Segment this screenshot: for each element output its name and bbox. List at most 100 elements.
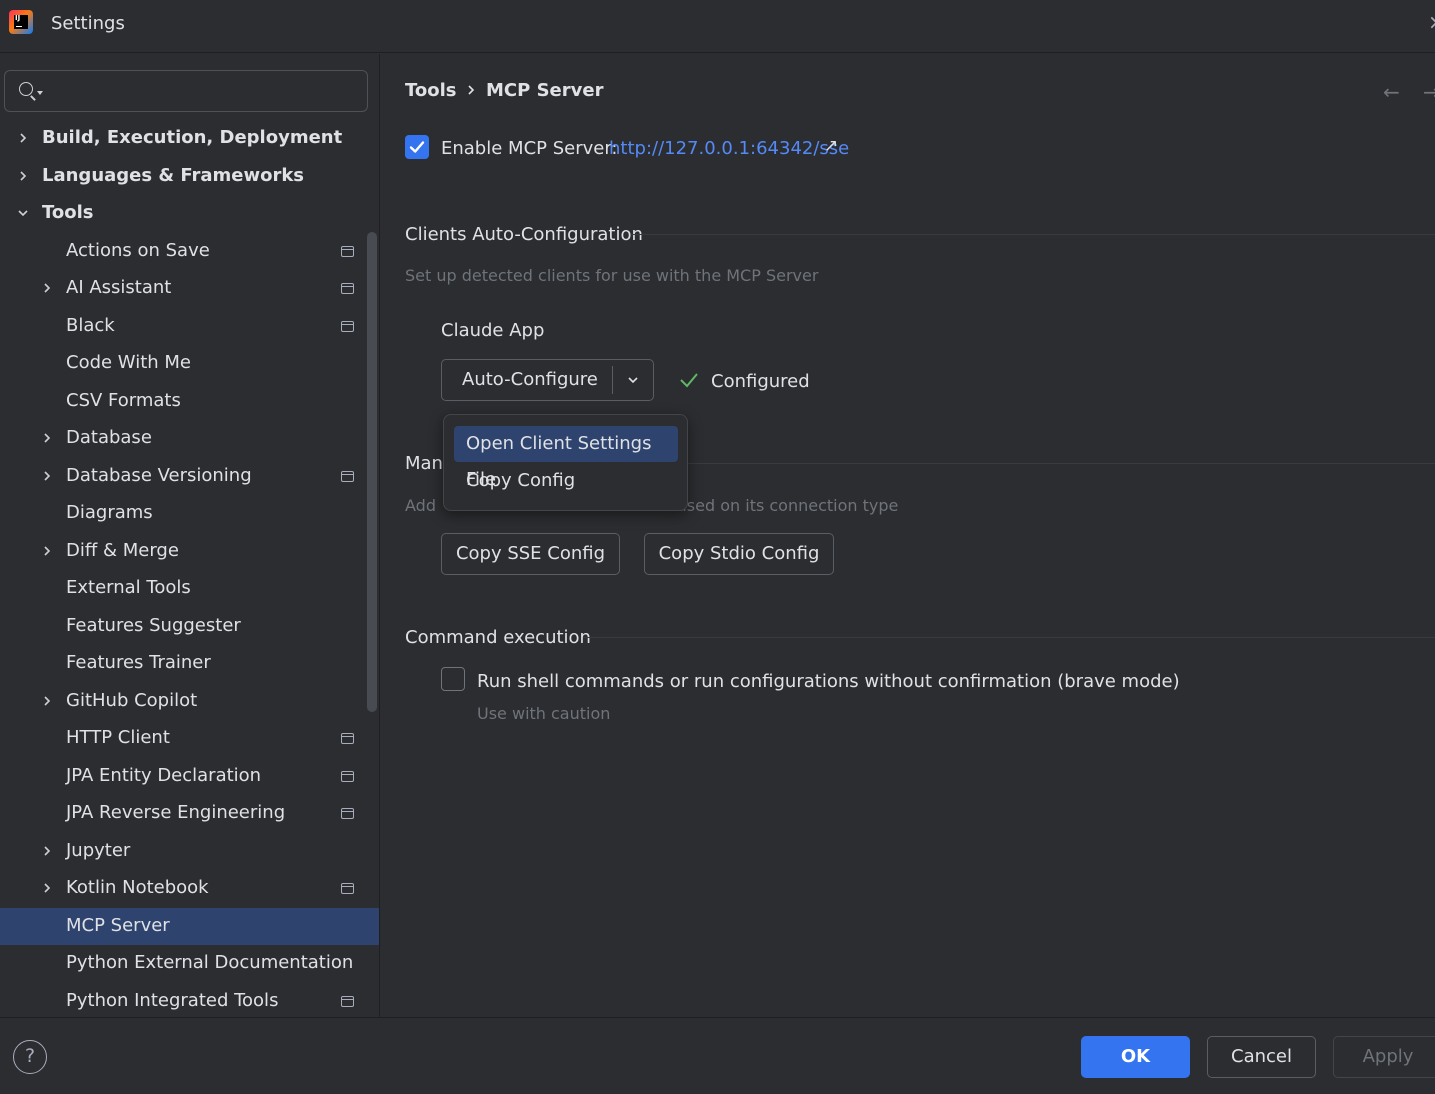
sidebar-item-label: Code With Me xyxy=(66,352,191,373)
sidebar-item-github-copilot[interactable]: GitHub Copilot xyxy=(0,683,379,721)
manual-config-description-left: Add xyxy=(405,496,436,515)
settings-content: Tools MCP Server ← → Enable MCP Server: … xyxy=(381,54,1435,1017)
project-level-icon xyxy=(341,770,354,782)
project-level-icon xyxy=(341,245,354,257)
breadcrumb-parent[interactable]: Tools xyxy=(405,80,457,101)
search-field[interactable] xyxy=(4,70,368,112)
chevron-right-icon[interactable] xyxy=(40,694,54,708)
sidebar-item-diagrams[interactable]: Diagrams xyxy=(0,495,379,533)
sidebar-item-label: Tools xyxy=(42,202,94,223)
sidebar-item-label: Build, Execution, Deployment xyxy=(42,127,343,148)
auto-configure-popup-menu: Open Client Settings File Copy Config xyxy=(443,414,688,511)
external-link-icon[interactable]: ↗ xyxy=(824,136,838,156)
project-level-icon xyxy=(341,733,354,744)
sidebar-item-label: Actions on Save xyxy=(66,239,210,261)
sidebar-item-label: Languages & Frameworks xyxy=(42,164,305,186)
breadcrumb-separator-icon xyxy=(465,82,477,96)
close-icon[interactable]: × xyxy=(1428,10,1435,34)
chevron-down-icon[interactable] xyxy=(16,206,30,220)
section-divider xyxy=(631,234,1435,235)
sidebar-item-label: External Tools xyxy=(66,577,191,598)
sidebar-item-csv-formats[interactable]: CSV Formats xyxy=(0,383,379,421)
ok-button[interactable]: OK xyxy=(1081,1036,1190,1078)
sidebar-item-label: Features Trainer xyxy=(66,652,211,673)
sidebar-item-label: Features Suggester xyxy=(66,614,241,636)
sidebar-item-black[interactable]: Black xyxy=(0,308,379,346)
sidebar-item-external-tools[interactable]: External Tools xyxy=(0,570,379,608)
copy-stdio-config-button[interactable]: Copy Stdio Config xyxy=(644,533,834,575)
manual-config-description-right: ased on its connection type xyxy=(677,496,899,515)
sidebar-item-features-trainer[interactable]: Features Trainer xyxy=(0,645,379,683)
section-divider xyxy=(583,637,1435,638)
chevron-right-icon[interactable] xyxy=(16,131,30,145)
sidebar-item-label: Python Integrated Tools xyxy=(66,989,279,1011)
chevron-right-icon[interactable] xyxy=(16,169,30,183)
enable-mcp-checkbox[interactable] xyxy=(405,135,429,159)
sidebar-item-python-external-documentation[interactable]: Python External Documentation xyxy=(0,945,379,983)
sidebar-item-mcp-server[interactable]: MCP Server xyxy=(0,907,379,945)
chevron-right-icon[interactable] xyxy=(40,431,54,445)
chevron-right-icon[interactable] xyxy=(40,469,54,483)
sidebar-item-database[interactable]: Database xyxy=(0,420,379,458)
sidebar-item-label: Diff & Merge xyxy=(66,539,179,561)
help-icon[interactable]: ? xyxy=(13,1040,47,1074)
project-level-icon xyxy=(341,808,354,819)
copy-sse-config-button[interactable]: Copy SSE Config xyxy=(441,533,620,575)
sidebar-item-label: Jupyter xyxy=(66,839,131,861)
check-icon xyxy=(680,373,698,388)
auto-config-section-title: Clients Auto-Configuration xyxy=(405,224,643,245)
sidebar-item-jupyter[interactable]: Jupyter xyxy=(0,833,379,871)
sidebar-item-languages-frameworks[interactable]: Languages & Frameworks xyxy=(0,158,379,196)
mcp-url-link[interactable]: http://127.0.0.1:64342/sse xyxy=(609,138,849,159)
forward-arrow-icon[interactable]: → xyxy=(1423,80,1435,104)
breadcrumb-current: MCP Server xyxy=(486,80,604,101)
chevron-right-icon[interactable] xyxy=(40,844,54,858)
sidebar-item-label: GitHub Copilot xyxy=(66,689,198,711)
sidebar-item-database-versioning[interactable]: Database Versioning xyxy=(0,458,379,496)
checkmark-icon xyxy=(409,141,425,153)
cancel-button[interactable]: Cancel xyxy=(1207,1036,1316,1078)
sidebar-item-actions-on-save[interactable]: Actions on Save xyxy=(0,233,379,271)
sidebar-item-python-integrated-tools[interactable]: Python Integrated Tools xyxy=(0,983,379,1018)
sidebar-item-jpa-reverse-engineering[interactable]: JPA Reverse Engineering xyxy=(0,795,379,833)
sidebar-item-kotlin-notebook[interactable]: Kotlin Notebook xyxy=(0,870,379,908)
sidebar-item-features-suggester[interactable]: Features Suggester xyxy=(0,608,379,646)
sidebar-item-tools[interactable]: Tools xyxy=(0,195,379,233)
search-input[interactable] xyxy=(49,79,349,103)
sidebar-item-label: JPA Entity Declaration xyxy=(66,764,262,786)
sidebar-item-label: Database xyxy=(66,427,152,448)
enable-mcp-label: Enable MCP Server: xyxy=(441,138,618,159)
sidebar-item-label: AI Assistant xyxy=(66,277,172,298)
project-level-icon xyxy=(341,470,354,482)
project-level-icon xyxy=(341,283,354,294)
sidebar-scrollbar[interactable] xyxy=(367,232,377,712)
sidebar-item-http-client[interactable]: HTTP Client xyxy=(0,720,379,758)
auto-configure-split-button[interactable]: Auto-Configure xyxy=(441,359,654,401)
sidebar-item-label: Black xyxy=(66,314,115,336)
app-logo-icon xyxy=(9,10,33,34)
settings-tree: Build, Execution, Deployment Languages & … xyxy=(0,120,379,1018)
auto-configure-button[interactable]: Auto-Configure xyxy=(442,360,612,400)
auto-configure-dropdown[interactable] xyxy=(613,360,653,400)
search-history-dropdown-icon[interactable] xyxy=(37,91,43,95)
sidebar-item-jpa-entity-declaration[interactable]: JPA Entity Declaration xyxy=(0,758,379,796)
menu-item-copy-config[interactable]: Copy Config xyxy=(454,463,678,499)
chevron-right-icon[interactable] xyxy=(40,544,54,558)
apply-button[interactable]: Apply xyxy=(1333,1036,1435,1078)
brave-mode-label: Run shell commands or run configurations… xyxy=(477,671,1180,692)
chevron-down-icon xyxy=(628,377,638,384)
chevron-right-icon[interactable] xyxy=(40,881,54,895)
brave-mode-checkbox[interactable] xyxy=(441,667,465,691)
title-bar: Settings × xyxy=(0,0,1435,53)
back-arrow-icon[interactable]: ← xyxy=(1383,80,1400,104)
sidebar-item-label: Kotlin Notebook xyxy=(66,877,209,898)
menu-item-open-client-settings[interactable]: Open Client Settings File xyxy=(454,426,678,490)
sidebar-item-diff-merge[interactable]: Diff & Merge xyxy=(0,533,379,571)
project-level-icon xyxy=(341,883,354,894)
chevron-right-icon[interactable] xyxy=(40,281,54,295)
search-icon xyxy=(19,82,33,96)
sidebar-item-ai-assistant[interactable]: AI Assistant xyxy=(0,270,379,308)
sidebar-item-code-with-me[interactable]: Code With Me xyxy=(0,345,379,383)
sidebar-item-label: MCP Server xyxy=(66,914,170,936)
sidebar-item-build-execution-deployment[interactable]: Build, Execution, Deployment xyxy=(0,120,379,158)
